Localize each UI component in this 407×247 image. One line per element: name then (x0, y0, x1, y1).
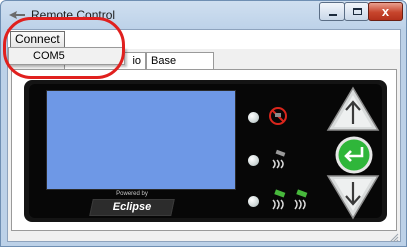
base-station-panel: Powered by Eclipse (11, 69, 397, 231)
menu-item-com5[interactable]: COM5 (9, 48, 124, 64)
title-bar[interactable]: Remote Control x (1, 1, 406, 29)
tab-base-station[interactable]: Base Station (146, 52, 214, 84)
remote-control-app-icon (9, 11, 25, 19)
dual-antenna-icon (272, 189, 308, 210)
no-signal-icon (269, 107, 287, 125)
logo-text: Eclipse (112, 201, 152, 213)
window-title: Remote Control (31, 8, 116, 22)
close-button[interactable]: x (368, 2, 403, 21)
status-bar (8, 232, 400, 242)
close-icon: x (381, 4, 390, 19)
resize-grip-icon[interactable] (389, 233, 399, 242)
logo-powered-by: Powered by (116, 191, 148, 197)
device-screen (46, 90, 236, 190)
remote-control-window: Remote Control x Connect io Base Station… (0, 0, 407, 247)
enter-button[interactable] (334, 135, 374, 175)
eclipse-logo: Powered by Eclipse (89, 191, 175, 218)
menu-connect[interactable]: Connect (10, 31, 65, 48)
maximize-button[interactable] (344, 2, 369, 21)
up-arrow-button[interactable] (326, 86, 380, 132)
device-face: Powered by Eclipse (29, 84, 382, 220)
minimize-button[interactable] (319, 2, 345, 21)
status-led-1 (248, 112, 259, 123)
maximize-icon (353, 8, 362, 15)
remote-device: Powered by Eclipse (24, 80, 387, 222)
connect-dropdown: COM5 (8, 47, 125, 65)
single-antenna-icon (272, 149, 286, 169)
status-led-3 (248, 196, 259, 207)
down-arrow-button[interactable] (326, 174, 380, 220)
minimize-icon (329, 14, 337, 16)
status-led-2 (248, 155, 259, 166)
